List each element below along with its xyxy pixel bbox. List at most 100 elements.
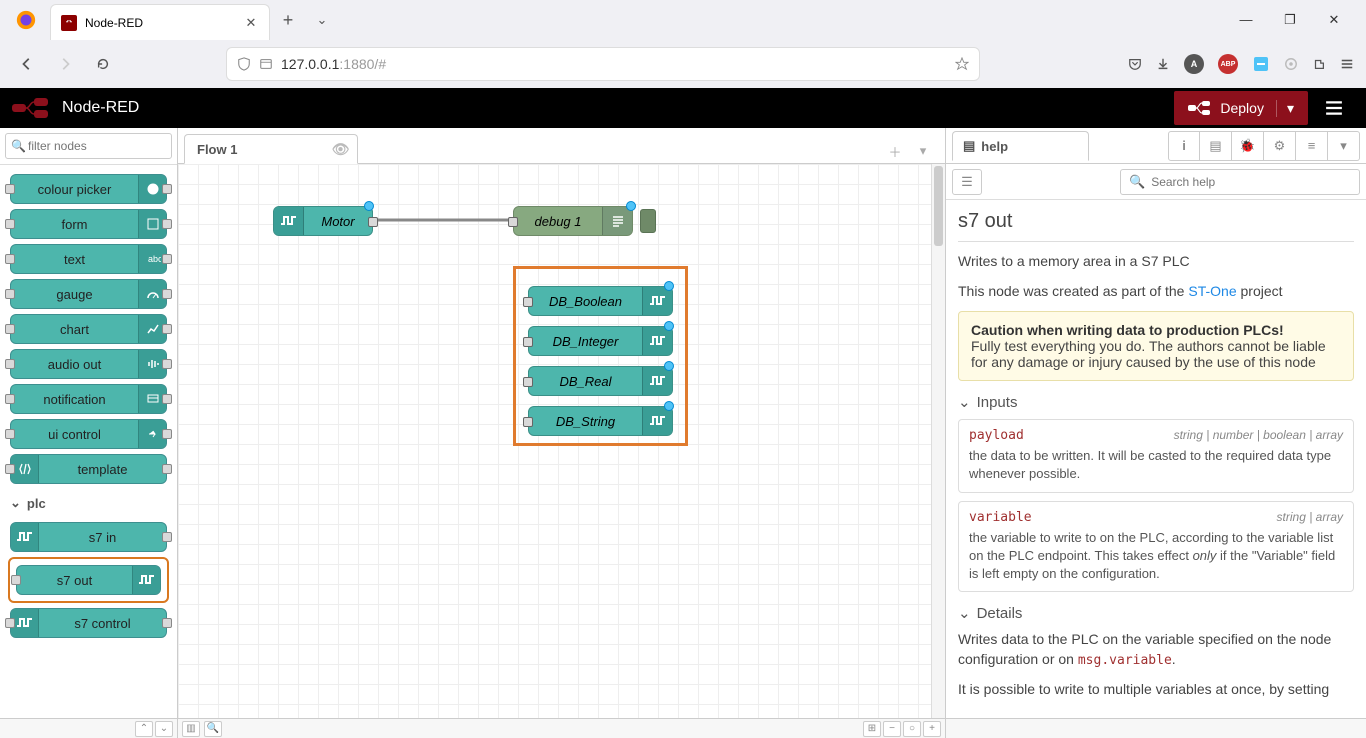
abp-badge-icon[interactable]: ABP xyxy=(1218,54,1238,74)
node-motor[interactable]: Motor xyxy=(273,206,373,236)
main-menu-button[interactable] xyxy=(1314,91,1354,125)
tab-title: Node-RED xyxy=(85,16,243,30)
palette-node-label: ui control xyxy=(11,427,138,442)
palette-node-s7-in[interactable]: s7 in xyxy=(10,522,167,552)
status-dot-icon xyxy=(626,201,636,211)
debug-tab-button[interactable]: 🐞 xyxy=(1232,131,1264,161)
browser-tab[interactable]: Node-RED ✕ xyxy=(50,4,270,40)
flow-menu-button[interactable]: ▾ xyxy=(911,139,935,163)
debug-toggle-button[interactable] xyxy=(640,209,656,233)
extensions-icon[interactable] xyxy=(1312,57,1326,71)
minimize-icon[interactable]: — xyxy=(1234,12,1258,28)
navigator-icon[interactable]: ▥ xyxy=(182,721,200,737)
palette-node-audio-out[interactable]: audio out xyxy=(10,349,167,379)
debug-icon xyxy=(602,207,632,235)
input-port[interactable] xyxy=(523,417,533,427)
reload-button[interactable] xyxy=(88,49,118,79)
maximize-icon[interactable]: ❐ xyxy=(1278,12,1302,28)
palette-node-chart[interactable]: chart xyxy=(10,314,167,344)
deploy-dropdown-icon[interactable]: ▾ xyxy=(1276,100,1294,117)
input-port[interactable] xyxy=(523,377,533,387)
context-tab-button[interactable]: ≡ xyxy=(1296,131,1328,161)
canvas-scrollbar[interactable] xyxy=(931,164,945,718)
node-debug[interactable]: debug 1 xyxy=(513,206,633,236)
palette-node-s7-out[interactable]: s7 out xyxy=(16,565,161,595)
flow-tab[interactable]: Flow 1 👁 xyxy=(184,134,358,164)
input-port[interactable] xyxy=(508,217,518,227)
palette-node-template[interactable]: template xyxy=(10,454,167,484)
palette-list[interactable]: colour picker form textabc gauge chart audio … xyxy=(0,165,177,718)
zoom-out-button[interactable]: − xyxy=(883,721,901,737)
browser-tab-bar: Node-RED ✕ + ⌄ — ❐ ✕ xyxy=(0,0,1366,40)
palette-node-label: chart xyxy=(11,322,138,337)
account-badge-icon[interactable]: A xyxy=(1184,54,1204,74)
palette-node-form[interactable]: form xyxy=(10,209,167,239)
back-button[interactable] xyxy=(12,49,42,79)
workspace-tabs: Flow 1 👁 ＋ ▾ xyxy=(178,128,945,164)
output-port[interactable] xyxy=(368,217,378,227)
help-search-input[interactable] xyxy=(1151,175,1351,189)
details-heading[interactable]: ⌄Details xyxy=(958,604,1354,622)
extension2-icon[interactable] xyxy=(1284,57,1298,71)
toc-button[interactable]: ☰ xyxy=(952,169,982,195)
palette-node-label: s7 control xyxy=(39,616,166,631)
map-icon[interactable]: ⊞ xyxy=(863,721,881,737)
input-port[interactable] xyxy=(523,297,533,307)
close-window-icon[interactable]: ✕ xyxy=(1322,12,1346,28)
config-tab-button[interactable]: ⚙ xyxy=(1264,131,1296,161)
palette-node-gauge[interactable]: gauge xyxy=(10,279,167,309)
collapse-up-icon[interactable]: ⌃ xyxy=(135,721,153,737)
zoom-reset-button[interactable]: ○ xyxy=(903,721,921,737)
tabs-dropdown-icon[interactable]: ⌄ xyxy=(302,12,342,28)
tab-visibility-icon[interactable]: 👁 xyxy=(332,141,350,158)
download-icon[interactable] xyxy=(1156,57,1170,71)
browser-chrome: Node-RED ✕ + ⌄ — ❐ ✕ 127.0.0.1:1880/# xyxy=(0,0,1366,88)
help-tab-button[interactable]: ▤ xyxy=(1200,131,1232,161)
bookmark-star-icon[interactable] xyxy=(955,57,969,71)
inputs-heading[interactable]: ⌄Inputs xyxy=(958,393,1354,411)
palette-node-s7-control[interactable]: s7 control xyxy=(10,608,167,638)
sidebar-tab-help[interactable]: ▤ help xyxy=(952,131,1089,161)
expand-down-icon[interactable]: ⌄ xyxy=(155,721,173,737)
help-search[interactable]: 🔍 xyxy=(1120,169,1360,195)
palette-footer: ⌃ ⌄ xyxy=(0,719,178,738)
details-p1: Writes data to the PLC on the variable s… xyxy=(958,630,1354,670)
node-db-real[interactable]: DB_Real xyxy=(528,366,673,396)
canvas[interactable]: Motor debug 1 DB_Boolean xyxy=(178,164,945,718)
extension-icon[interactable] xyxy=(1252,55,1270,73)
deploy-button[interactable]: Deploy ▾ xyxy=(1174,91,1308,125)
tab-close-icon[interactable]: ✕ xyxy=(243,15,259,31)
info-tab-button[interactable]: i xyxy=(1168,131,1200,161)
category-plc[interactable]: ⌄ plc xyxy=(6,489,171,517)
palette-node-ui-control[interactable]: ui control xyxy=(10,419,167,449)
filter-nodes-input[interactable] xyxy=(5,133,172,159)
palette-node-text[interactable]: textabc xyxy=(10,244,167,274)
stone-link[interactable]: ST-One xyxy=(1188,283,1236,299)
shield-icon xyxy=(237,57,251,71)
node-db-integer[interactable]: DB_Integer xyxy=(528,326,673,356)
address-bar: 127.0.0.1:1880/# A ABP xyxy=(0,40,1366,88)
input-port[interactable] xyxy=(523,337,533,347)
node-db-string[interactable]: DB_String xyxy=(528,406,673,436)
details-p2: It is possible to write to multiple vari… xyxy=(958,680,1354,700)
palette-node-colour-picker[interactable]: colour picker xyxy=(10,174,167,204)
pulse-icon xyxy=(642,407,672,435)
node-db-boolean[interactable]: DB_Boolean xyxy=(528,286,673,316)
app-menu-icon[interactable] xyxy=(1340,57,1354,71)
new-tab-button[interactable]: + xyxy=(274,10,302,31)
palette-node-label: text xyxy=(11,252,138,267)
node-label: DB_Integer xyxy=(529,334,642,349)
help-content[interactable]: s7 out Writes to a memory area in a S7 P… xyxy=(946,200,1366,718)
pulse-icon xyxy=(642,287,672,315)
sidebar: ▤ help i ▤ 🐞 ⚙ ≡ ▾ ☰ 🔍 s7 out Writes to … xyxy=(946,128,1366,718)
zoom-in-button[interactable]: + xyxy=(923,721,941,737)
status-dot-icon xyxy=(664,361,674,371)
input-variable: variablestring | array the variable to w… xyxy=(958,501,1354,593)
pocket-icon[interactable] xyxy=(1128,57,1142,71)
url-box[interactable]: 127.0.0.1:1880/# xyxy=(226,47,980,81)
sidebar-tab-label: help xyxy=(981,139,1008,154)
sidebar-menu-button[interactable]: ▾ xyxy=(1328,131,1360,161)
add-flow-button[interactable]: ＋ xyxy=(883,139,907,163)
search-icon[interactable]: 🔍 xyxy=(204,721,222,737)
palette-node-notification[interactable]: notification xyxy=(10,384,167,414)
